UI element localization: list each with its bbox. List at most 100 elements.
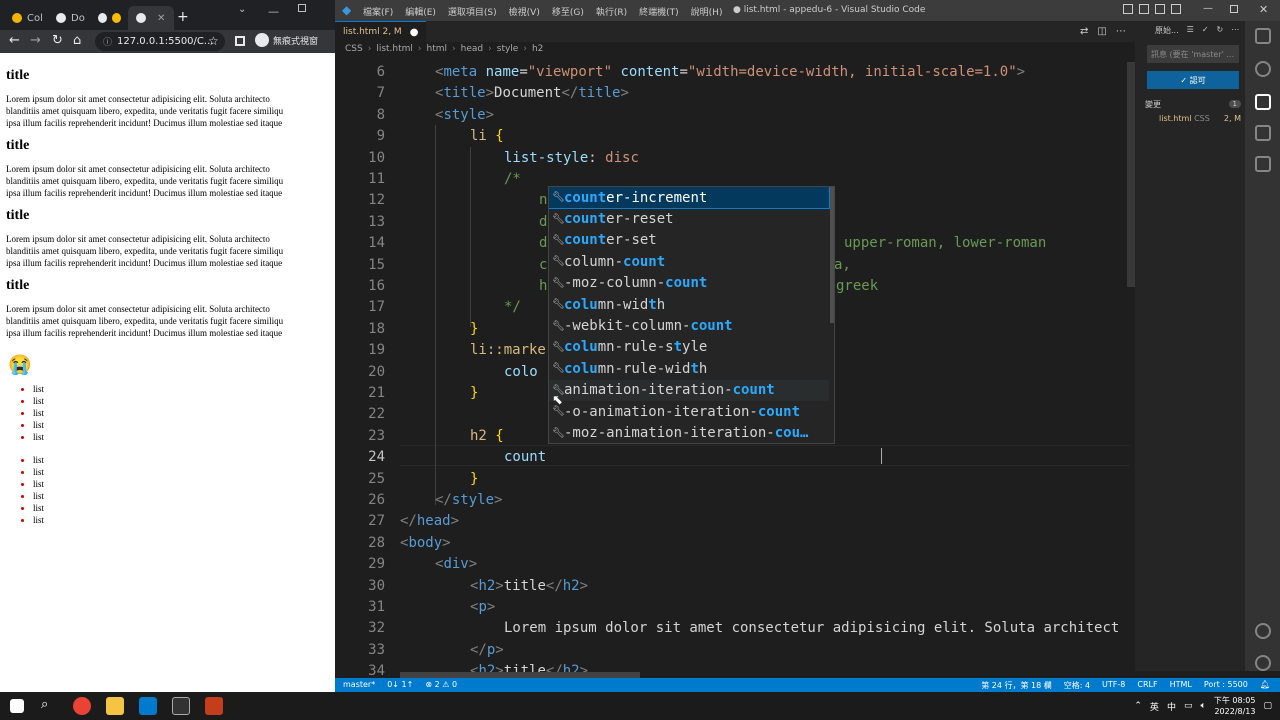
- vscode-icon[interactable]: [139, 697, 157, 715]
- commit-button[interactable]: ✓ 認可: [1147, 71, 1239, 89]
- browser-tab[interactable]: Do: [48, 6, 88, 30]
- input-language[interactable]: 英: [1150, 700, 1159, 713]
- browser-tab[interactable]: [90, 6, 126, 30]
- suggestion-item[interactable]: 🔧︎ -moz-animation-iteration-cou…: [549, 422, 829, 443]
- search-icon[interactable]: ⌕: [41, 697, 59, 715]
- bookmark-star-icon[interactable]: ☆: [208, 34, 219, 48]
- git-branch[interactable]: master*: [343, 680, 375, 689]
- terminal-icon[interactable]: [172, 697, 190, 715]
- bell-icon[interactable]: 🔔︎: [1260, 680, 1270, 691]
- changes-header[interactable]: 變更 1: [1145, 97, 1241, 111]
- breadcrumb-item[interactable]: head: [461, 44, 483, 54]
- maximize-button[interactable]: [1230, 5, 1238, 13]
- run-debug-icon[interactable]: [1255, 125, 1271, 141]
- address-bar[interactable]: ⓘ 127.0.0.1:5500/C...: [95, 32, 225, 51]
- ime-mode[interactable]: 中: [1167, 700, 1176, 713]
- account-icon[interactable]: [1255, 623, 1271, 639]
- menu-file[interactable]: 檔案(F): [363, 5, 393, 18]
- suggestions-scrollbar[interactable]: [830, 187, 834, 323]
- breadcrumb-item[interactable]: list.html: [376, 44, 413, 54]
- tab-search-icon[interactable]: ⌄: [238, 4, 246, 15]
- suggestion-item-hovered[interactable]: 🔧︎ animation-iteration-count: [549, 379, 829, 401]
- volume-icon[interactable]: 🔈︎: [1200, 701, 1205, 711]
- code-line: d: [539, 213, 548, 230]
- git-sync[interactable]: 0↓ 1↑: [387, 680, 413, 689]
- menu-view[interactable]: 檢視(V): [509, 5, 540, 18]
- search-icon[interactable]: [1255, 61, 1271, 77]
- close-tab-icon[interactable]: ✕: [157, 13, 165, 24]
- chrome-icon[interactable]: [73, 697, 91, 715]
- menu-go[interactable]: 移至(G): [552, 5, 584, 18]
- more-actions-icon[interactable]: ⋯: [1231, 25, 1239, 36]
- commit-check-icon[interactable]: ✓: [1202, 25, 1209, 36]
- changed-file-item[interactable]: list.html CSS 2, M: [1145, 111, 1241, 125]
- refresh-icon[interactable]: ↻: [1217, 25, 1224, 36]
- suggestion-item[interactable]: 🔧︎ -moz-column-count: [549, 273, 829, 294]
- back-icon[interactable]: ←: [9, 33, 20, 48]
- toggle-secondary-sidebar-icon[interactable]: [1155, 4, 1165, 14]
- minimize-button[interactable]: —: [268, 5, 279, 18]
- suggestion-item[interactable]: 🔧︎ count er-increment: [549, 187, 830, 210]
- breadcrumb-item[interactable]: h2: [532, 44, 543, 54]
- breadcrumb-item[interactable]: html: [427, 44, 448, 54]
- view-as-tree-icon[interactable]: ☰: [1187, 25, 1194, 36]
- gear-icon[interactable]: [1255, 655, 1271, 671]
- menu-selection[interactable]: 選取項目(S): [448, 5, 497, 18]
- source-control-icon[interactable]: [1255, 94, 1271, 110]
- encoding[interactable]: UTF-8: [1102, 680, 1125, 691]
- customize-layout-icon[interactable]: [1171, 4, 1181, 14]
- suggestion-item[interactable]: 🔧︎ count er-reset: [549, 208, 829, 229]
- suggestion-item[interactable]: 🔧︎ -o-animation-iteration-count: [549, 401, 829, 422]
- network-icon[interactable]: ▭: [1184, 701, 1193, 711]
- commit-message-input[interactable]: 訊息 (要在 'master' ...: [1147, 45, 1239, 63]
- menu-terminal[interactable]: 終端機(T): [639, 5, 679, 18]
- maximize-button[interactable]: [298, 4, 306, 12]
- code-line: <div>: [435, 556, 478, 573]
- language-mode[interactable]: HTML: [1170, 680, 1192, 691]
- suggestion-item[interactable]: 🔧︎ count er-set: [549, 230, 829, 251]
- suggestion-item[interactable]: 🔧︎ column-count: [549, 251, 829, 272]
- menu-help[interactable]: 說明(H): [691, 5, 723, 18]
- indentation[interactable]: 空格: 4: [1064, 680, 1090, 691]
- split-editor-icon[interactable]: ◫: [1097, 26, 1106, 37]
- compare-changes-icon[interactable]: ⇄: [1080, 26, 1088, 37]
- editor-tab-list-html[interactable]: list.html 2, M ●: [335, 21, 427, 42]
- notifications-icon[interactable]: ▢: [1263, 701, 1272, 711]
- browser-tab-active[interactable]: ✕: [128, 6, 174, 30]
- vertical-scrollbar[interactable]: [1127, 62, 1135, 287]
- file-explorer-icon[interactable]: [106, 697, 124, 715]
- problems-count[interactable]: ⊗ 2 ⚠ 0: [425, 680, 457, 689]
- site-info-icon[interactable]: ⓘ: [103, 35, 112, 48]
- office-app-icon[interactable]: [205, 697, 223, 715]
- toggle-sidebar-icon[interactable]: [1123, 4, 1133, 14]
- reload-icon[interactable]: ↻: [52, 33, 63, 48]
- suggestion-item[interactable]: 🔧︎ colu mn-rule-s t yle: [549, 337, 829, 358]
- cursor-position[interactable]: 第 24 行，第 18 欄: [981, 680, 1052, 691]
- browser-tab[interactable]: Col: [4, 6, 46, 30]
- suggestion-item[interactable]: 🔧︎ colu mn-rule-wid t h: [549, 358, 829, 379]
- close-button[interactable]: ✕: [1259, 3, 1268, 16]
- side-panel-icon[interactable]: [235, 36, 245, 46]
- more-actions-icon[interactable]: ⋯: [1116, 26, 1126, 37]
- toggle-panel-icon[interactable]: [1139, 4, 1149, 14]
- breadcrumb-item[interactable]: style: [497, 44, 519, 54]
- suggestion-item[interactable]: 🔧︎ colu mn-wid t h: [549, 294, 829, 315]
- tray-chevron-icon[interactable]: ⌃: [1134, 701, 1142, 711]
- menu-edit[interactable]: 編輯(E): [405, 5, 436, 18]
- menu-run[interactable]: 執行(R): [596, 5, 627, 18]
- incognito-indicator[interactable]: 無痕式視窗: [255, 33, 318, 47]
- suggestion-item[interactable]: 🔧︎ -webkit-column-count: [549, 315, 829, 336]
- live-server-port[interactable]: Port : 5500: [1204, 680, 1248, 691]
- minimize-button[interactable]: —: [1203, 3, 1213, 14]
- list-item: list: [33, 431, 335, 443]
- home-icon[interactable]: ⌂: [73, 33, 81, 48]
- forward-icon[interactable]: →: [30, 33, 41, 48]
- breadcrumb-item[interactable]: CSS: [345, 44, 363, 54]
- explorer-icon[interactable]: [1255, 28, 1271, 44]
- extensions-icon[interactable]: [1255, 156, 1271, 172]
- new-tab-button[interactable]: +: [177, 9, 189, 25]
- end-of-line[interactable]: CRLF: [1137, 680, 1157, 691]
- clock[interactable]: 下午 08:05 2022/8/13: [1214, 695, 1256, 717]
- unsaved-dot-icon[interactable]: ●: [410, 27, 419, 38]
- start-icon[interactable]: [10, 699, 24, 713]
